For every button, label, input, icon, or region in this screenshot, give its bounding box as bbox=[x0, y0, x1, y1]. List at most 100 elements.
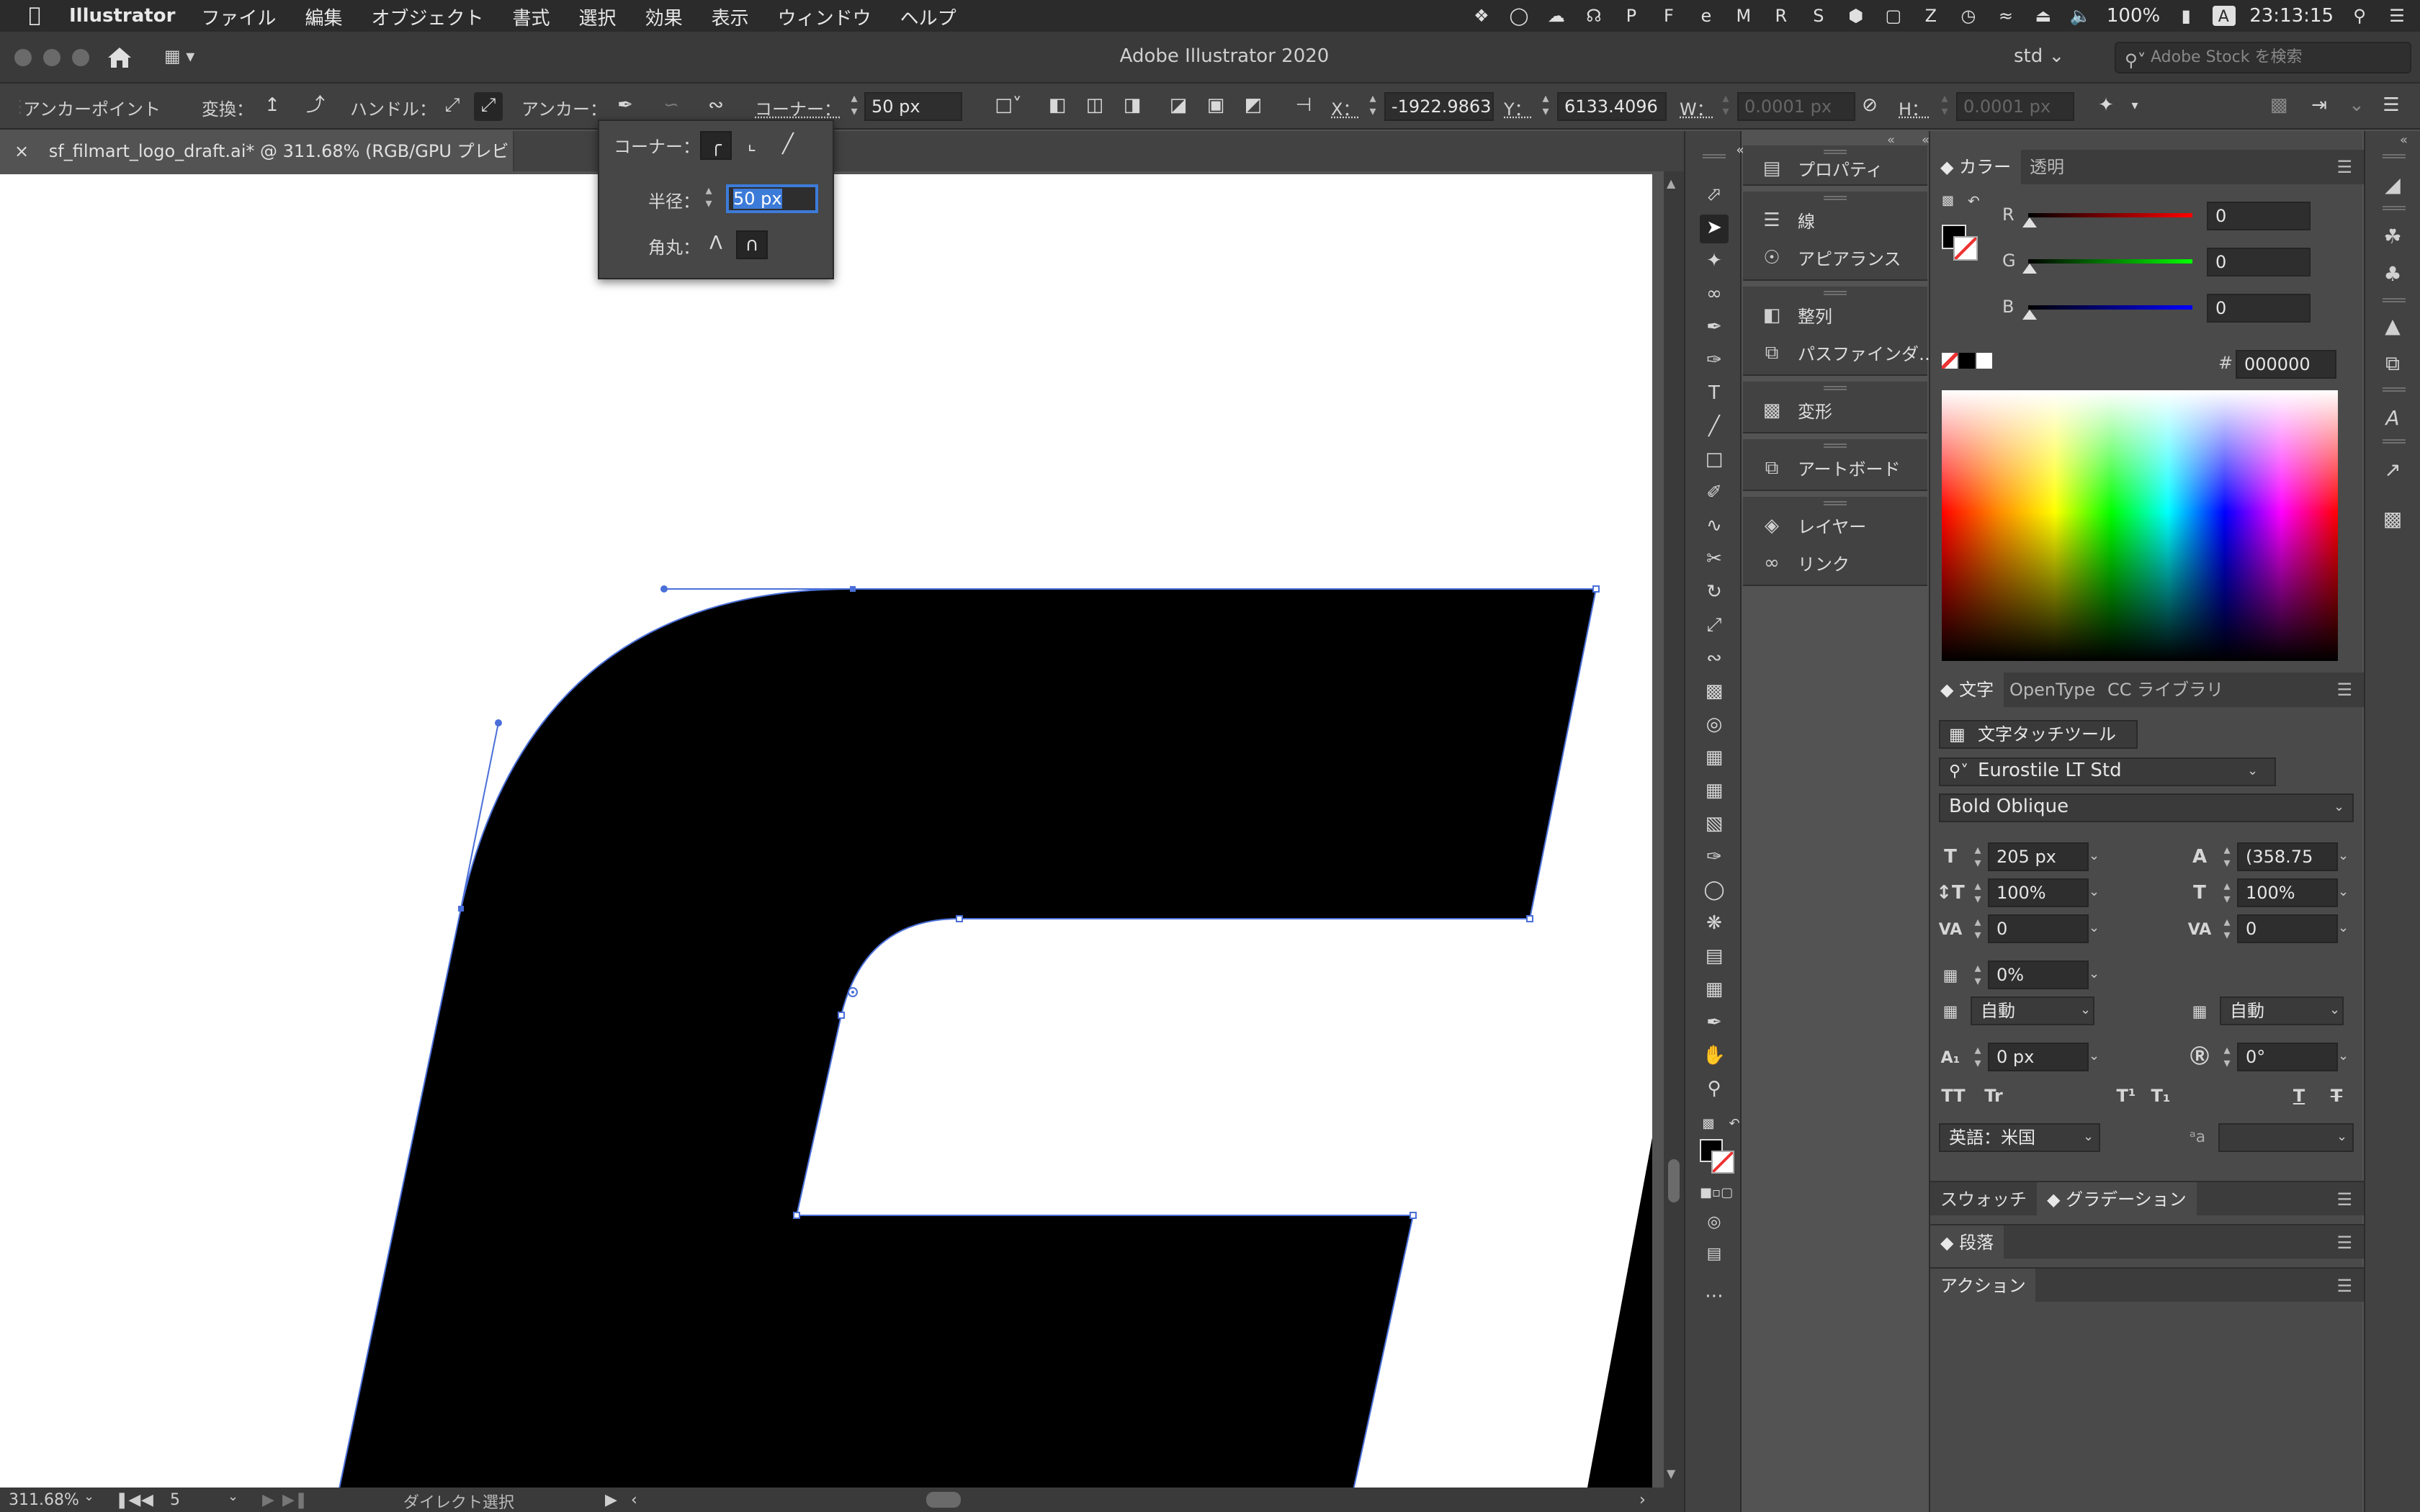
tab-character[interactable]: ◆ 文字 bbox=[1930, 672, 2004, 707]
last-artboard-icon[interactable]: ▶❚ bbox=[282, 1490, 308, 1509]
input-method-icon[interactable]: A bbox=[2212, 6, 2236, 26]
menu-object[interactable]: オブジェクト bbox=[371, 2, 483, 30]
baseline-spinner-icon[interactable]: ▴ ▾ bbox=[1971, 1045, 1985, 1071]
anchor-point[interactable] bbox=[838, 1012, 845, 1019]
tsume-spinner-icon[interactable]: ▴ ▾ bbox=[1971, 963, 1985, 989]
b-slider[interactable] bbox=[2028, 305, 2192, 310]
canvas[interactable] bbox=[0, 171, 1664, 1488]
panel-pathfinder[interactable]: ⧉ パスファインダ… bbox=[1743, 336, 1936, 373]
tab-gradient[interactable]: ◆ グラデーション bbox=[2037, 1182, 2197, 1217]
type-panel-menu-icon[interactable]: ☰ bbox=[2336, 680, 2352, 700]
tab-swatches[interactable]: スウォッチ bbox=[1930, 1182, 2037, 1217]
tracking-field[interactable]: 0 bbox=[2237, 914, 2338, 943]
panel-grip[interactable] bbox=[1824, 196, 1847, 200]
aki-after-dropdown-icon[interactable]: ⌄ bbox=[2329, 1004, 2340, 1018]
stroke-swatch[interactable] bbox=[1711, 1151, 1734, 1174]
time-machine-icon[interactable]: ◷ bbox=[1957, 6, 1980, 26]
artwork[interactable] bbox=[0, 171, 1664, 1488]
horizontal-scale-spinner-icon[interactable]: ▴ ▾ bbox=[2220, 881, 2234, 907]
swap-colors-icon[interactable]: ↶ bbox=[1968, 194, 1980, 210]
tab-opentype[interactable]: OpenType bbox=[1999, 672, 2105, 707]
menu-select[interactable]: 選択 bbox=[579, 2, 617, 30]
zoom-level[interactable]: 311.68% bbox=[9, 1490, 79, 1509]
tab-transparency[interactable]: 透明 bbox=[2020, 150, 2074, 184]
convert-to-smooth-icon[interactable]: ⤴ bbox=[301, 92, 330, 121]
graph-tool-icon[interactable]: ▤ bbox=[1700, 943, 1729, 972]
show-handles-icon[interactable]: ⤢ bbox=[438, 92, 467, 121]
actions-panel-menu-icon[interactable]: ☰ bbox=[2336, 1276, 2352, 1296]
status-menu-icon[interactable]: ▶ bbox=[605, 1490, 617, 1509]
workspace-switcher[interactable]: std ⌄ bbox=[2014, 46, 2064, 68]
anchor-point[interactable] bbox=[793, 1212, 800, 1219]
e-app-icon[interactable]: e bbox=[1695, 6, 1718, 26]
default-colors-icon[interactable]: ▩ bbox=[1942, 194, 1954, 209]
leading-spinner-icon[interactable]: ▴ ▾ bbox=[2220, 845, 2234, 871]
handle-point[interactable] bbox=[495, 719, 502, 726]
letter-shape[interactable] bbox=[331, 589, 1596, 1488]
panel-artboards[interactable]: ⧉ アートボード bbox=[1743, 451, 1927, 488]
asset-export-icon[interactable]: ⧉ bbox=[2378, 350, 2407, 379]
hide-handles-icon[interactable]: ⤢ bbox=[474, 92, 503, 121]
superscript-icon[interactable]: T¹ bbox=[2112, 1081, 2141, 1110]
r-value-field[interactable]: 0 bbox=[2207, 202, 2311, 230]
horizontal-scale-dropdown-icon[interactable]: ⌄ bbox=[2338, 886, 2349, 900]
default-colors-icon[interactable]: ▩ bbox=[1694, 1110, 1723, 1139]
anchor-point[interactable] bbox=[1526, 915, 1533, 922]
color-spectrum[interactable] bbox=[1942, 390, 2338, 661]
dropbox-icon[interactable]: ❖ bbox=[1470, 6, 1493, 26]
notification-center-icon[interactable]: ☰ bbox=[2385, 6, 2408, 26]
symbols-icon[interactable]: ♣ bbox=[2378, 261, 2407, 289]
wifi-icon[interactable]: ≈ bbox=[1994, 6, 2017, 26]
line-tool-icon[interactable]: ╱ bbox=[1700, 413, 1729, 442]
remove-anchor-icon[interactable]: ✒ bbox=[611, 92, 640, 121]
slice-tool-icon[interactable]: ✒ bbox=[1700, 1009, 1729, 1038]
free-transform-tool-icon[interactable]: ▩ bbox=[1700, 678, 1729, 707]
toolbar-grip[interactable] bbox=[1703, 154, 1726, 158]
kerning-field[interactable]: 0 bbox=[1988, 914, 2089, 943]
perspective-grid-tool-icon[interactable]: ▦ bbox=[1700, 744, 1729, 773]
hex-app-icon[interactable]: ⬢ bbox=[1845, 6, 1868, 26]
panel-align[interactable]: ◧ 整列 bbox=[1743, 298, 1927, 336]
aki-after-field[interactable]: 自動 bbox=[2220, 996, 2344, 1025]
scroll-left-icon[interactable]: ‹ bbox=[631, 1490, 637, 1509]
small-caps-icon[interactable]: Tr bbox=[1979, 1081, 2008, 1110]
spotlight-search-icon[interactable]: ⚲ bbox=[2348, 6, 2371, 26]
f-app-icon[interactable]: F bbox=[1657, 6, 1680, 26]
mesh-tool-icon[interactable]: ▦ bbox=[1700, 778, 1729, 806]
anti-alias-dropdown-icon[interactable]: ⌄ bbox=[2336, 1130, 2347, 1145]
export-icon[interactable]: ↗ bbox=[2378, 456, 2407, 485]
color-panel-menu-icon[interactable]: ☰ bbox=[2336, 157, 2352, 177]
menu-window[interactable]: ウィンドウ bbox=[778, 2, 871, 30]
direct-selection-tool-icon[interactable]: ➤ bbox=[1700, 215, 1729, 243]
b-value-field[interactable]: 0 bbox=[2207, 294, 2311, 323]
prev-artboard-icon[interactable]: ◀ bbox=[141, 1490, 153, 1509]
y-label[interactable]: Y： bbox=[1504, 96, 1532, 121]
glyphs-icon[interactable]: A bbox=[2378, 405, 2407, 433]
tab-actions[interactable]: アクション bbox=[1930, 1269, 2036, 1303]
lasso-tool-icon[interactable]: ∞ bbox=[1700, 281, 1729, 310]
round-corner-icon[interactable]: ╭ bbox=[700, 131, 732, 160]
tab-paragraph[interactable]: ◆ 段落 bbox=[1930, 1225, 2004, 1260]
w-field[interactable]: 0.0001 px bbox=[1737, 92, 1855, 121]
selection-tool-icon[interactable]: ⬀ bbox=[1700, 181, 1729, 210]
align-top-icon[interactable]: ◪ bbox=[1164, 92, 1193, 121]
strip-grip[interactable] bbox=[2383, 154, 2406, 158]
vertical-scale-field[interactable]: 100% bbox=[1988, 878, 2089, 907]
scroll-right-icon[interactable]: › bbox=[1639, 1490, 1646, 1509]
y-field[interactable]: 6133.4096 bbox=[1557, 92, 1667, 121]
x-field[interactable]: -1922.9863 bbox=[1384, 92, 1494, 121]
radius-spinner-icon[interactable]: ▴ ▾ bbox=[702, 185, 716, 212]
radius-input[interactable]: 50 px bbox=[726, 184, 818, 213]
font-size-field[interactable]: 205 px bbox=[1988, 842, 2089, 871]
magic-wand-tool-icon[interactable]: ✦ bbox=[1700, 248, 1729, 276]
handle-point[interactable] bbox=[660, 585, 668, 593]
anchor-point[interactable] bbox=[850, 586, 856, 592]
panel-grip[interactable] bbox=[1824, 444, 1847, 448]
artboard-chevron-icon[interactable]: ⌄ bbox=[228, 1490, 238, 1505]
chamfer-corner-icon[interactable]: ╱ bbox=[772, 131, 804, 160]
swatch-panel-menu-icon[interactable]: ☰ bbox=[2336, 1189, 2352, 1210]
panel-transform[interactable]: ▩ 変形 bbox=[1743, 393, 1927, 431]
transform-reference-icon[interactable]: □˅ bbox=[990, 92, 1027, 121]
inverted-round-corner-icon[interactable]: ⌞ bbox=[736, 131, 768, 160]
gradient-tool-icon[interactable]: ▧ bbox=[1700, 811, 1729, 840]
